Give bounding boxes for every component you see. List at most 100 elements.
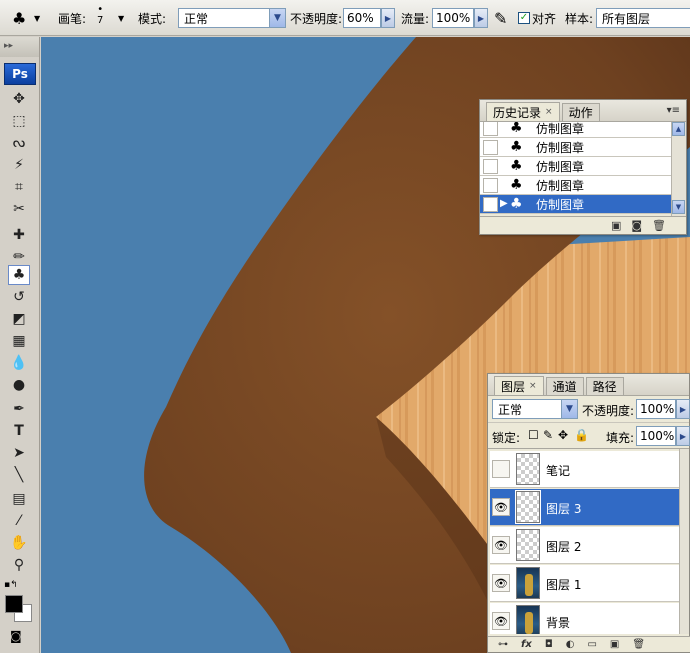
toolbox-grip[interactable]: ▸▸ bbox=[0, 37, 39, 57]
lock-transparency-icon[interactable]: ☐ bbox=[528, 428, 539, 442]
panel-menu-icon[interactable]: ▾≡ bbox=[667, 105, 680, 116]
history-item[interactable]: ♣ 仿制图章 bbox=[480, 176, 671, 195]
history-source-checkbox[interactable] bbox=[483, 122, 498, 136]
opacity-input[interactable]: 60% bbox=[343, 8, 381, 28]
tab-history[interactable]: 历史记录 × bbox=[486, 102, 560, 121]
tab-paths[interactable]: 路径 bbox=[585, 377, 624, 395]
path-select-icon[interactable]: ➤ bbox=[8, 443, 30, 463]
history-item[interactable]: ♣ 仿制图章 bbox=[480, 157, 671, 176]
fill-slider-button[interactable]: ▶ bbox=[676, 426, 690, 446]
clone-stamp-icon[interactable]: ♣ bbox=[12, 8, 26, 28]
history-source-checkbox[interactable] bbox=[483, 140, 498, 155]
magic-wand-icon[interactable]: ⚡ bbox=[8, 155, 30, 175]
new-group-icon[interactable]: ▭ bbox=[587, 639, 596, 650]
brush-icon[interactable]: ✏ bbox=[8, 247, 30, 267]
marquee-icon[interactable]: ⬚ bbox=[8, 111, 30, 131]
history-item-label: 仿制图章 bbox=[536, 159, 585, 174]
link-layers-icon[interactable]: ⊶ bbox=[498, 639, 508, 650]
lasso-icon[interactable]: ᔓ bbox=[8, 133, 30, 153]
blend-mode-select[interactable]: 正常 ▼ bbox=[492, 399, 578, 419]
history-scrollbar[interactable]: ▲ ▼ bbox=[671, 122, 686, 216]
visibility-toggle[interactable] bbox=[492, 460, 510, 478]
layer-opacity-label: 不透明度: bbox=[582, 404, 635, 418]
history-source-checkbox[interactable] bbox=[483, 159, 498, 174]
history-state-marker-icon[interactable]: ▶ bbox=[500, 198, 508, 209]
layer-row-selected[interactable]: 👁 图层 3 bbox=[490, 489, 680, 526]
lock-all-icon[interactable]: 🔒 bbox=[574, 428, 589, 442]
history-brush-icon[interactable]: ↺ bbox=[8, 287, 30, 307]
add-mask-icon[interactable]: ◘ bbox=[545, 639, 553, 650]
healing-brush-icon[interactable]: ✚ bbox=[8, 225, 30, 245]
type-icon[interactable]: T bbox=[8, 421, 30, 441]
history-item-label: 仿制图章 bbox=[536, 140, 585, 155]
adjustment-layer-icon[interactable]: ◐ bbox=[566, 639, 575, 650]
notes-icon[interactable]: ▤ bbox=[8, 489, 30, 509]
scroll-up-icon[interactable]: ▲ bbox=[672, 122, 685, 136]
new-layer-icon[interactable]: ▣ bbox=[610, 639, 619, 650]
eye-icon[interactable]: 👁 bbox=[492, 612, 510, 630]
close-icon[interactable]: × bbox=[529, 381, 537, 391]
flow-input[interactable]: 100% bbox=[432, 8, 474, 28]
history-item-label: 仿制图章 bbox=[536, 197, 585, 212]
eye-icon[interactable]: 👁 bbox=[492, 498, 510, 516]
tab-actions-label: 动作 bbox=[568, 106, 593, 120]
crop-icon[interactable]: ⌗ bbox=[8, 177, 30, 197]
history-source-checkbox[interactable] bbox=[483, 197, 498, 212]
foreground-color-swatch[interactable] bbox=[5, 595, 23, 613]
layer-row[interactable]: 👁 图层 1 bbox=[490, 565, 680, 602]
history-item[interactable]: ♣ 仿制图章 bbox=[480, 122, 671, 138]
eye-icon[interactable]: 👁 bbox=[492, 574, 510, 592]
document-canvas[interactable]: « ✕ 历史记录× 动作 ▾≡ ♣仿制图章 ♣仿制图章 ♣仿制图章 ♣仿制图章 … bbox=[41, 37, 690, 653]
airbrush-icon[interactable]: ✎ bbox=[494, 8, 507, 28]
move-icon[interactable]: ✥ bbox=[8, 89, 30, 109]
close-icon[interactable]: × bbox=[545, 107, 553, 117]
layer-opacity-input[interactable]: 100% bbox=[636, 399, 676, 419]
layer-row[interactable]: 笔记 bbox=[490, 451, 680, 488]
lock-position-icon[interactable]: ✥ bbox=[558, 428, 568, 442]
sample-select[interactable]: 所有图层 bbox=[596, 8, 690, 28]
default-colors-icon[interactable]: ▪↰ bbox=[4, 580, 18, 590]
tool-preset-dropdown-icon[interactable]: ▼ bbox=[34, 8, 40, 28]
clone-stamp-icon[interactable]: ♣ bbox=[8, 265, 30, 285]
slice-icon[interactable]: ✂ bbox=[8, 199, 30, 219]
scroll-down-icon[interactable]: ▼ bbox=[672, 200, 685, 214]
eraser-icon[interactable]: ◩ bbox=[8, 309, 30, 329]
layer-opacity-slider-button[interactable]: ▶ bbox=[676, 399, 690, 419]
tab-paths-label: 路径 bbox=[592, 380, 617, 394]
layer-row[interactable]: 👁 背景 bbox=[490, 603, 680, 634]
mode-select[interactable]: 正常 ▼ bbox=[178, 8, 286, 28]
history-item-selected[interactable]: ▶ ♣ 仿制图章 bbox=[480, 195, 671, 214]
fx-icon[interactable]: fx bbox=[521, 639, 532, 650]
line-icon[interactable]: ╲ bbox=[8, 465, 30, 485]
blend-mode-value: 正常 bbox=[498, 402, 523, 417]
aligned-checkbox[interactable]: ✓ 对齐 bbox=[518, 8, 556, 28]
layers-scrollbar[interactable] bbox=[679, 449, 689, 634]
zoom-icon[interactable]: ⚲ bbox=[8, 555, 30, 575]
history-source-checkbox[interactable] bbox=[483, 178, 498, 193]
opacity-slider-button[interactable]: ▶ bbox=[381, 8, 395, 28]
brush-picker[interactable]: • 7 bbox=[97, 4, 103, 32]
eye-icon[interactable]: 👁 bbox=[492, 536, 510, 554]
history-item[interactable]: ♣ 仿制图章 bbox=[480, 138, 671, 157]
gradient-icon[interactable]: ▦ bbox=[8, 331, 30, 351]
trash-icon[interactable]: 🗑 bbox=[632, 639, 645, 650]
photoshop-logo[interactable]: Ps bbox=[4, 63, 36, 85]
blur-icon[interactable]: 💧 bbox=[8, 353, 30, 373]
layer-row[interactable]: 👁 图层 2 bbox=[490, 527, 680, 564]
brush-dropdown-icon[interactable]: ▼ bbox=[118, 8, 124, 28]
new-snapshot-icon[interactable]: ◙ bbox=[631, 219, 642, 232]
hand-icon[interactable]: ✋ bbox=[8, 533, 30, 553]
new-document-from-state-icon[interactable]: ▣ bbox=[611, 219, 621, 232]
flow-slider-button[interactable]: ▶ bbox=[474, 8, 488, 28]
pen-icon[interactable]: ✒ bbox=[8, 399, 30, 419]
eyedropper-icon[interactable]: ⁄ bbox=[8, 511, 30, 531]
trash-icon[interactable]: 🗑 bbox=[652, 219, 666, 232]
dodge-icon[interactable]: ● bbox=[8, 375, 30, 395]
history-tabs: 历史记录 × 动作 ▾≡ bbox=[480, 100, 686, 122]
quick-mask-icon[interactable]: ◙ bbox=[10, 629, 22, 643]
fill-input[interactable]: 100% bbox=[636, 426, 676, 446]
tab-layers[interactable]: 图层 × bbox=[494, 376, 544, 395]
tab-channels[interactable]: 通道 bbox=[545, 377, 584, 395]
lock-pixels-icon[interactable]: ✎ bbox=[543, 428, 553, 442]
tab-actions[interactable]: 动作 bbox=[561, 103, 600, 121]
